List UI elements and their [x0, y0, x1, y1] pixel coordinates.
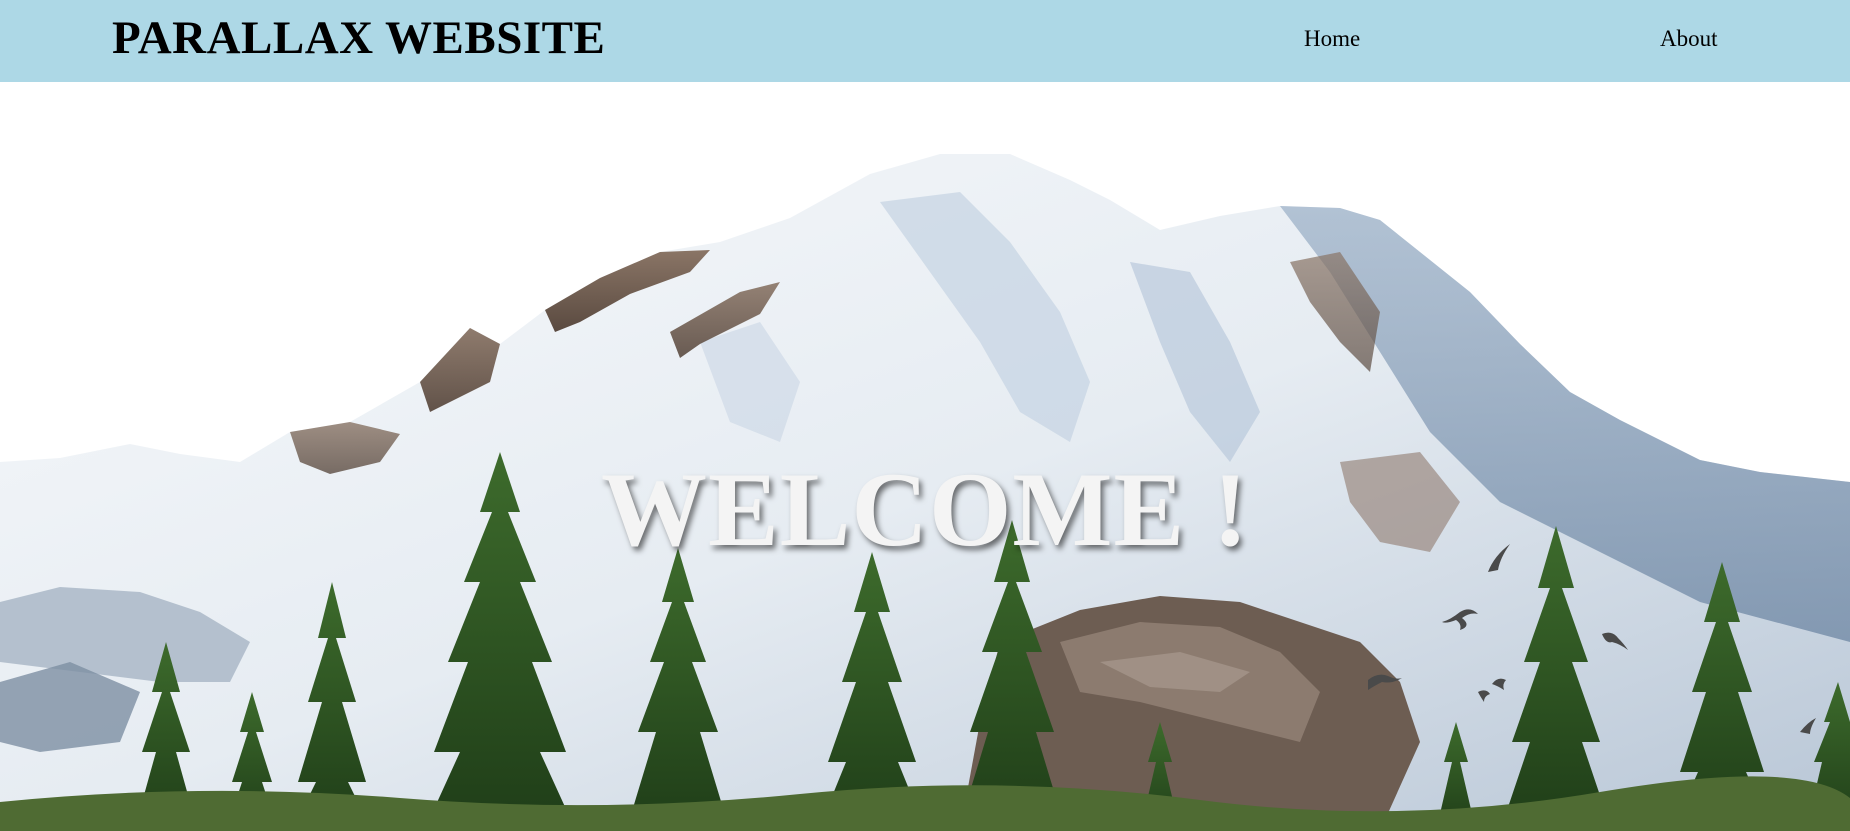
nav-link-home[interactable]: Home: [1304, 24, 1360, 54]
site-title: PARALLAX WEBSITE: [112, 12, 606, 64]
hero-section: WELCOME !: [0, 82, 1850, 831]
navbar: PARALLAX WEBSITE Home About: [0, 0, 1850, 82]
nav-link-about[interactable]: About: [1660, 24, 1718, 54]
welcome-heading: WELCOME !: [601, 451, 1249, 568]
